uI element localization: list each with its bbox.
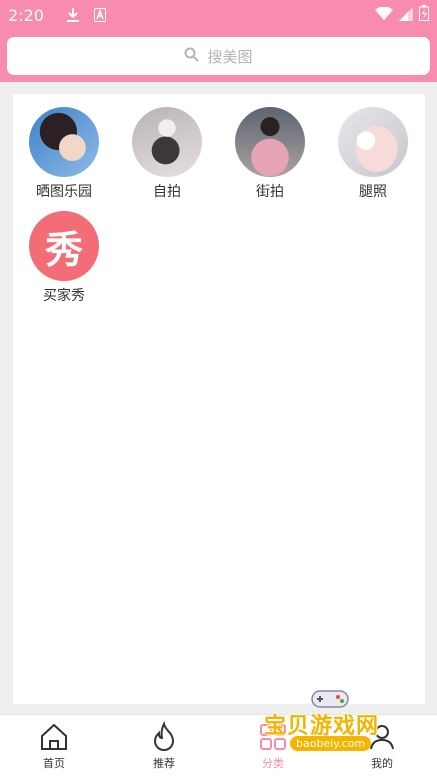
nav-label: 我的 [371,757,393,770]
status-time: 2:20 [8,5,44,25]
nav-item-home[interactable]: 首页 [14,721,94,771]
app-notification-icon [93,8,106,22]
category-thumbnail [338,107,408,177]
bottom-nav: 首页 推荐 分类 我的 [0,714,437,776]
category-thumbnail [132,107,202,177]
wifi-icon [375,5,393,25]
category-item-jiepai[interactable]: 街拍 [220,107,320,201]
download-icon [66,7,80,23]
search-icon [184,47,200,66]
category-item-tuizhao[interactable]: 腿照 [323,107,423,201]
search-input[interactable]: 搜美图 [7,37,430,75]
category-grid: 晒图乐园 自拍 街拍 腿照 秀 买家秀 [13,94,425,704]
category-item-shaitu[interactable]: 晒图乐园 [14,107,114,201]
status-bar: 2:20 [0,0,437,30]
nav-item-mine[interactable]: 我的 [342,721,422,771]
signal-icon [399,6,413,25]
category-item-zipai[interactable]: 自拍 [117,107,217,201]
nav-label: 分类 [262,757,284,770]
category-thumbnail [235,107,305,177]
category-label: 晒图乐园 [36,184,92,200]
nav-label: 首页 [43,757,65,770]
category-item-maijiaxiu[interactable]: 秀 买家秀 [14,211,114,305]
header: 搜美图 [0,30,437,82]
nav-item-category[interactable]: 分类 [233,721,313,771]
home-icon [14,721,94,753]
user-icon [342,721,422,753]
category-label: 腿照 [359,184,387,200]
flame-icon [124,720,204,753]
status-icons [375,5,429,25]
badge-glyph: 秀 [44,227,83,272]
maijiaxiu-badge: 秀 [29,211,99,281]
nav-label: 推荐 [153,757,175,770]
nav-item-recommend[interactable]: 推荐 [124,720,204,771]
search-placeholder: 搜美图 [207,47,253,66]
category-label: 买家秀 [43,288,85,304]
category-thumbnail [29,107,99,177]
category-label: 街拍 [256,184,284,200]
category-label: 自拍 [153,184,181,200]
battery-icon [419,5,429,25]
category-icon [233,721,313,753]
category-panel: 晒图乐园 自拍 街拍 腿照 秀 买家秀 [13,94,425,704]
